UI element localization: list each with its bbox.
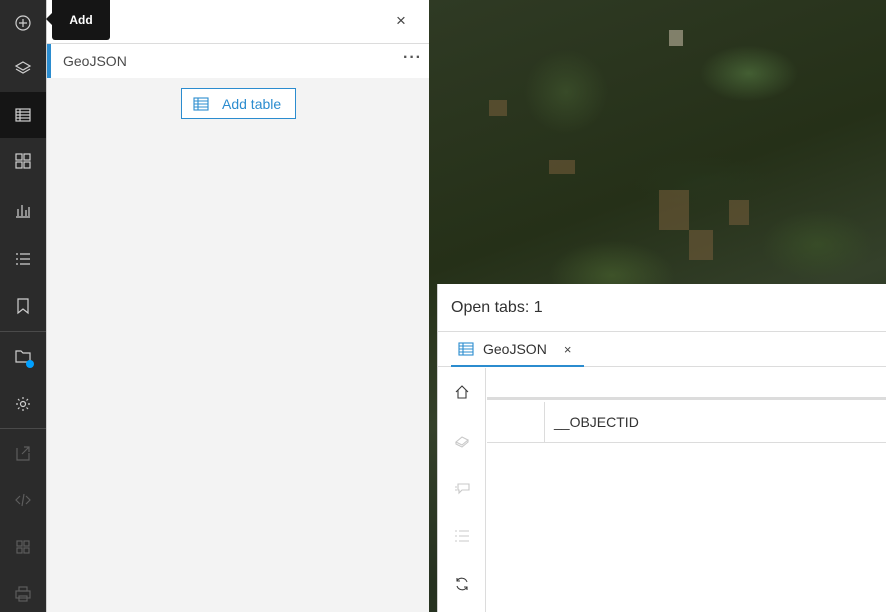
table-tabs: GeoJSON ×: [438, 333, 886, 367]
add-table-label: Add table: [222, 95, 282, 112]
home-button[interactable]: [438, 368, 486, 416]
table-icon: [15, 108, 31, 122]
export-button[interactable]: [0, 430, 46, 476]
tables-button[interactable]: [0, 92, 46, 138]
layer-name: GeoJSON: [63, 53, 127, 69]
apps-button[interactable]: [0, 524, 46, 570]
eraser-icon: [455, 436, 469, 448]
notification-badge: [26, 360, 34, 368]
list-icon: [455, 530, 469, 542]
table-panel: Open tabs: 1 GeoJSON × __OBJECTID: [437, 284, 886, 612]
map-clearing: [689, 230, 713, 260]
app: × GeoJSON ··· Add table Add Open tabs: 1…: [0, 0, 886, 612]
map-clearing: [659, 190, 689, 230]
plus-circle-icon: [15, 15, 31, 31]
table-toolbar: [487, 368, 886, 400]
tab-close-button[interactable]: ×: [564, 342, 572, 357]
row-select-column[interactable]: [487, 402, 545, 443]
filter-icon: [455, 483, 470, 495]
action-divider: [0, 331, 46, 332]
action-divider-2: [0, 428, 46, 429]
table-side-toolbar: [438, 368, 486, 612]
layers-icon: [14, 61, 32, 74]
layer-more-button[interactable]: ···: [403, 49, 422, 67]
add-tooltip: Add: [46, 0, 110, 40]
table-grid-header: __OBJECTID: [487, 402, 886, 443]
folder-button[interactable]: [0, 333, 46, 379]
home-icon: [455, 385, 469, 399]
table-panel-header: Open tabs: 1: [438, 284, 886, 332]
clear-selection-button[interactable]: [438, 416, 486, 464]
settings-button[interactable]: [0, 381, 46, 427]
map-settlement: [669, 30, 683, 46]
show-list-button[interactable]: [438, 512, 486, 560]
map-clearing: [729, 200, 749, 225]
add-button[interactable]: [0, 0, 46, 46]
layer-item[interactable]: GeoJSON ···: [47, 44, 430, 78]
tooltip-text: Add: [69, 13, 93, 27]
table-icon: [458, 342, 474, 356]
gear-icon: [16, 397, 30, 411]
filter-button[interactable]: [438, 464, 486, 512]
action-bar: [0, 0, 46, 612]
bar-chart-icon: [16, 205, 30, 218]
layers-button[interactable]: [0, 45, 46, 91]
legend-button[interactable]: [0, 138, 46, 184]
open-tabs-title: Open tabs: 1: [451, 299, 543, 316]
list-button[interactable]: [0, 236, 46, 282]
column-header-objectid[interactable]: __OBJECTID: [554, 414, 639, 430]
print-button[interactable]: [0, 571, 46, 612]
refresh-icon: [456, 577, 468, 591]
grid-icon: [15, 153, 31, 169]
panel-close-button[interactable]: ×: [391, 11, 411, 31]
tab-geojson[interactable]: GeoJSON ×: [451, 333, 584, 367]
refresh-button[interactable]: [438, 560, 486, 608]
embed-button[interactable]: [0, 477, 46, 523]
apps-grid-icon: [16, 540, 30, 554]
tab-label: GeoJSON: [483, 341, 547, 357]
charts-button[interactable]: [0, 187, 46, 233]
map-clearing: [489, 100, 507, 116]
table-icon: [193, 96, 209, 111]
list-icon: [16, 253, 30, 265]
map-clearing: [549, 160, 575, 174]
bookmarks-button[interactable]: [0, 283, 46, 329]
code-icon: [15, 493, 31, 507]
export-icon: [16, 446, 30, 461]
side-panel: × GeoJSON ··· Add table: [46, 0, 430, 612]
bookmark-icon: [17, 298, 29, 315]
print-icon: [15, 586, 31, 602]
add-table-button[interactable]: Add table: [181, 88, 296, 119]
